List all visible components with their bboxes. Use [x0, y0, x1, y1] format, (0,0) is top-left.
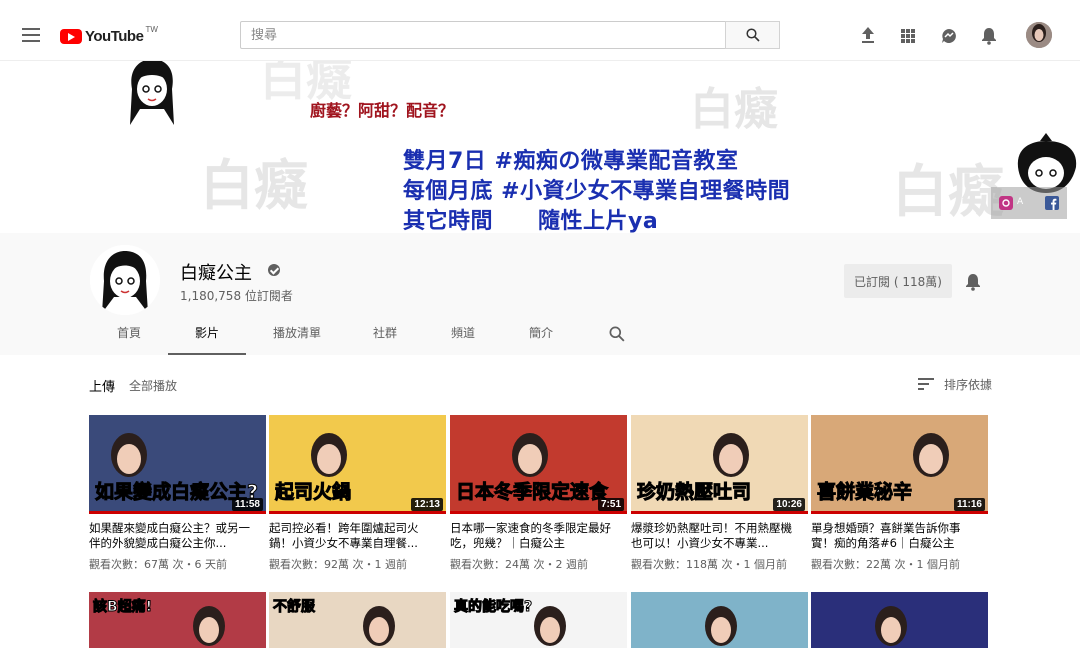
sort-icon[interactable]	[918, 378, 934, 390]
channel-name: 白癡公主	[180, 263, 252, 284]
section-title: 上傳	[89, 380, 116, 395]
play-all-button[interactable]: 全部播放	[129, 377, 177, 394]
video-thumbnail[interactable]	[631, 592, 808, 648]
video-meta: 觀看次數：92萬 次・1 週前	[269, 558, 407, 571]
video-thumbnail[interactable]: 起司火鍋 12:13	[269, 415, 446, 514]
tab-community[interactable]: 社群	[348, 317, 422, 353]
channel-avatar-image	[90, 245, 160, 315]
tab-home[interactable]: 首頁	[90, 317, 168, 353]
video-title[interactable]: 日本哪一家速食的冬季限定最好吃，兜幾？｜白癡公主	[450, 521, 622, 551]
video-duration: 12:13	[411, 498, 443, 511]
account-avatar[interactable]	[1026, 22, 1052, 48]
thumbnail-image	[875, 606, 907, 646]
search-button[interactable]	[725, 21, 780, 49]
menu-icon[interactable]	[22, 28, 40, 42]
thumbnail-text: 不舒服	[273, 599, 316, 616]
tab-about[interactable]: 簡介	[504, 317, 578, 353]
account-avatar-image	[1026, 22, 1052, 48]
video-meta: 觀看次數：24萬 次・2 週前	[450, 558, 588, 571]
subscribed-button[interactable]: 已訂閱 ( 118萬)	[844, 264, 952, 298]
thumbnail-text: 喜餅業秘辛	[816, 481, 913, 504]
video-meta: 觀看次數：118萬 次・1 個月前	[631, 558, 787, 571]
thumbnail-image	[705, 606, 737, 646]
video-meta: 觀看次數：22萬 次・1 個月前	[811, 558, 960, 571]
video-thumbnail[interactable]	[811, 592, 988, 648]
video-thumbnail[interactable]: 真的能吃嗎?	[450, 592, 627, 648]
thumbnail-text: 真的能吃嗎?	[453, 599, 533, 616]
apps-icon[interactable]	[900, 28, 916, 44]
youtube-play-icon	[60, 28, 82, 44]
thumbnail-text: 珍奶熱壓吐司	[636, 481, 752, 504]
channel-notification-bell-icon[interactable]	[965, 273, 981, 291]
subscriber-count: 1,180,758 位訂閱者	[180, 289, 293, 303]
thumbnail-text: 該B超痛!	[92, 599, 153, 616]
sort-by-button[interactable]: 排序依據	[944, 376, 992, 393]
upload-icon[interactable]	[860, 26, 876, 44]
messages-icon[interactable]	[940, 27, 958, 45]
channel-search-icon[interactable]	[609, 326, 625, 342]
search-input[interactable]	[241, 22, 725, 48]
banner-line-2: 每個月底 #小資少女不專業自理餐時間	[403, 179, 791, 204]
video-title[interactable]: 單身想婚頭？喜餅業告訴你事實！痴的角落#6｜白癡公主	[811, 521, 983, 551]
channel-header: 白癡公主 1,180,758 位訂閱者 已訂閱 ( 118萬) 首頁 影片 播放…	[0, 233, 1080, 355]
search-icon	[746, 28, 760, 42]
tab-playlists[interactable]: 播放清單	[260, 317, 334, 353]
video-duration: 10:26	[773, 498, 805, 511]
video-thumbnail[interactable]: 珍奶熱壓吐司 10:26	[631, 415, 808, 514]
video-duration: 11:58	[231, 498, 263, 511]
thumbnail-text: 日本冬季限定速食	[455, 481, 609, 504]
notifications-bell-icon[interactable]	[981, 27, 997, 45]
cartoon-girl-illustration	[130, 61, 174, 125]
video-thumbnail[interactable]: 日本冬季限定速食 7:51	[450, 415, 627, 514]
thumbnail-text: 起司火鍋	[274, 481, 352, 504]
verified-check-icon	[268, 264, 280, 276]
video-thumbnail[interactable]: 喜餅業秘辛 11:16	[811, 415, 988, 514]
video-thumbnail[interactable]: 如果變成白癡公主? 11:58	[89, 415, 266, 514]
tab-channels[interactable]: 頻道	[426, 317, 500, 353]
video-title[interactable]: 爆漿珍奶熱壓吐司！不用熱壓機也可以！小資少女不專業...	[631, 521, 803, 551]
banner-watermark: 白癡	[200, 153, 308, 217]
video-thumbnail[interactable]: 該B超痛!	[89, 592, 266, 648]
instagram-link-label[interactable]: A	[1017, 197, 1023, 207]
channel-banner: 白癡 白癡 白癡 白癡 廚藝？阿甜？配音？ 雙月7日 #痴痴の微專業配音教室 每…	[0, 61, 1080, 233]
tab-videos[interactable]: 影片	[168, 317, 246, 355]
video-title[interactable]: 起司控必看！跨年圍爐起司火鍋！小資少女不專業自理餐...	[269, 521, 441, 551]
banner-line-1: 雙月7日 #痴痴の微專業配音教室	[403, 149, 739, 174]
video-meta: 觀看次數：67萬 次・6 天前	[89, 558, 227, 571]
channel-avatar[interactable]	[90, 245, 160, 315]
instagram-icon[interactable]	[999, 196, 1013, 210]
video-duration: 7:51	[597, 498, 624, 511]
video-thumbnail[interactable]: 不舒服	[269, 592, 446, 648]
video-duration: 11:16	[953, 498, 985, 511]
banner-social-links: A	[991, 187, 1067, 219]
banner-watermark: 白癡	[690, 84, 778, 135]
search-box[interactable]	[240, 21, 726, 49]
banner-line-3: 其它時間 隨性上片ya	[403, 209, 659, 233]
logo-text: YouTube	[85, 27, 144, 45]
masthead: YouTube TW	[0, 0, 1080, 61]
video-title[interactable]: 如果醒來變成白癡公主？或另一伴的外貌變成白癡公主你...	[89, 521, 261, 551]
youtube-logo[interactable]: YouTube TW	[60, 24, 158, 46]
banner-watermark: 白癡	[892, 159, 1004, 225]
region-code: TW	[145, 24, 158, 34]
banner-question: 廚藝？阿甜？配音？	[310, 101, 455, 120]
facebook-icon[interactable]	[1045, 196, 1059, 210]
